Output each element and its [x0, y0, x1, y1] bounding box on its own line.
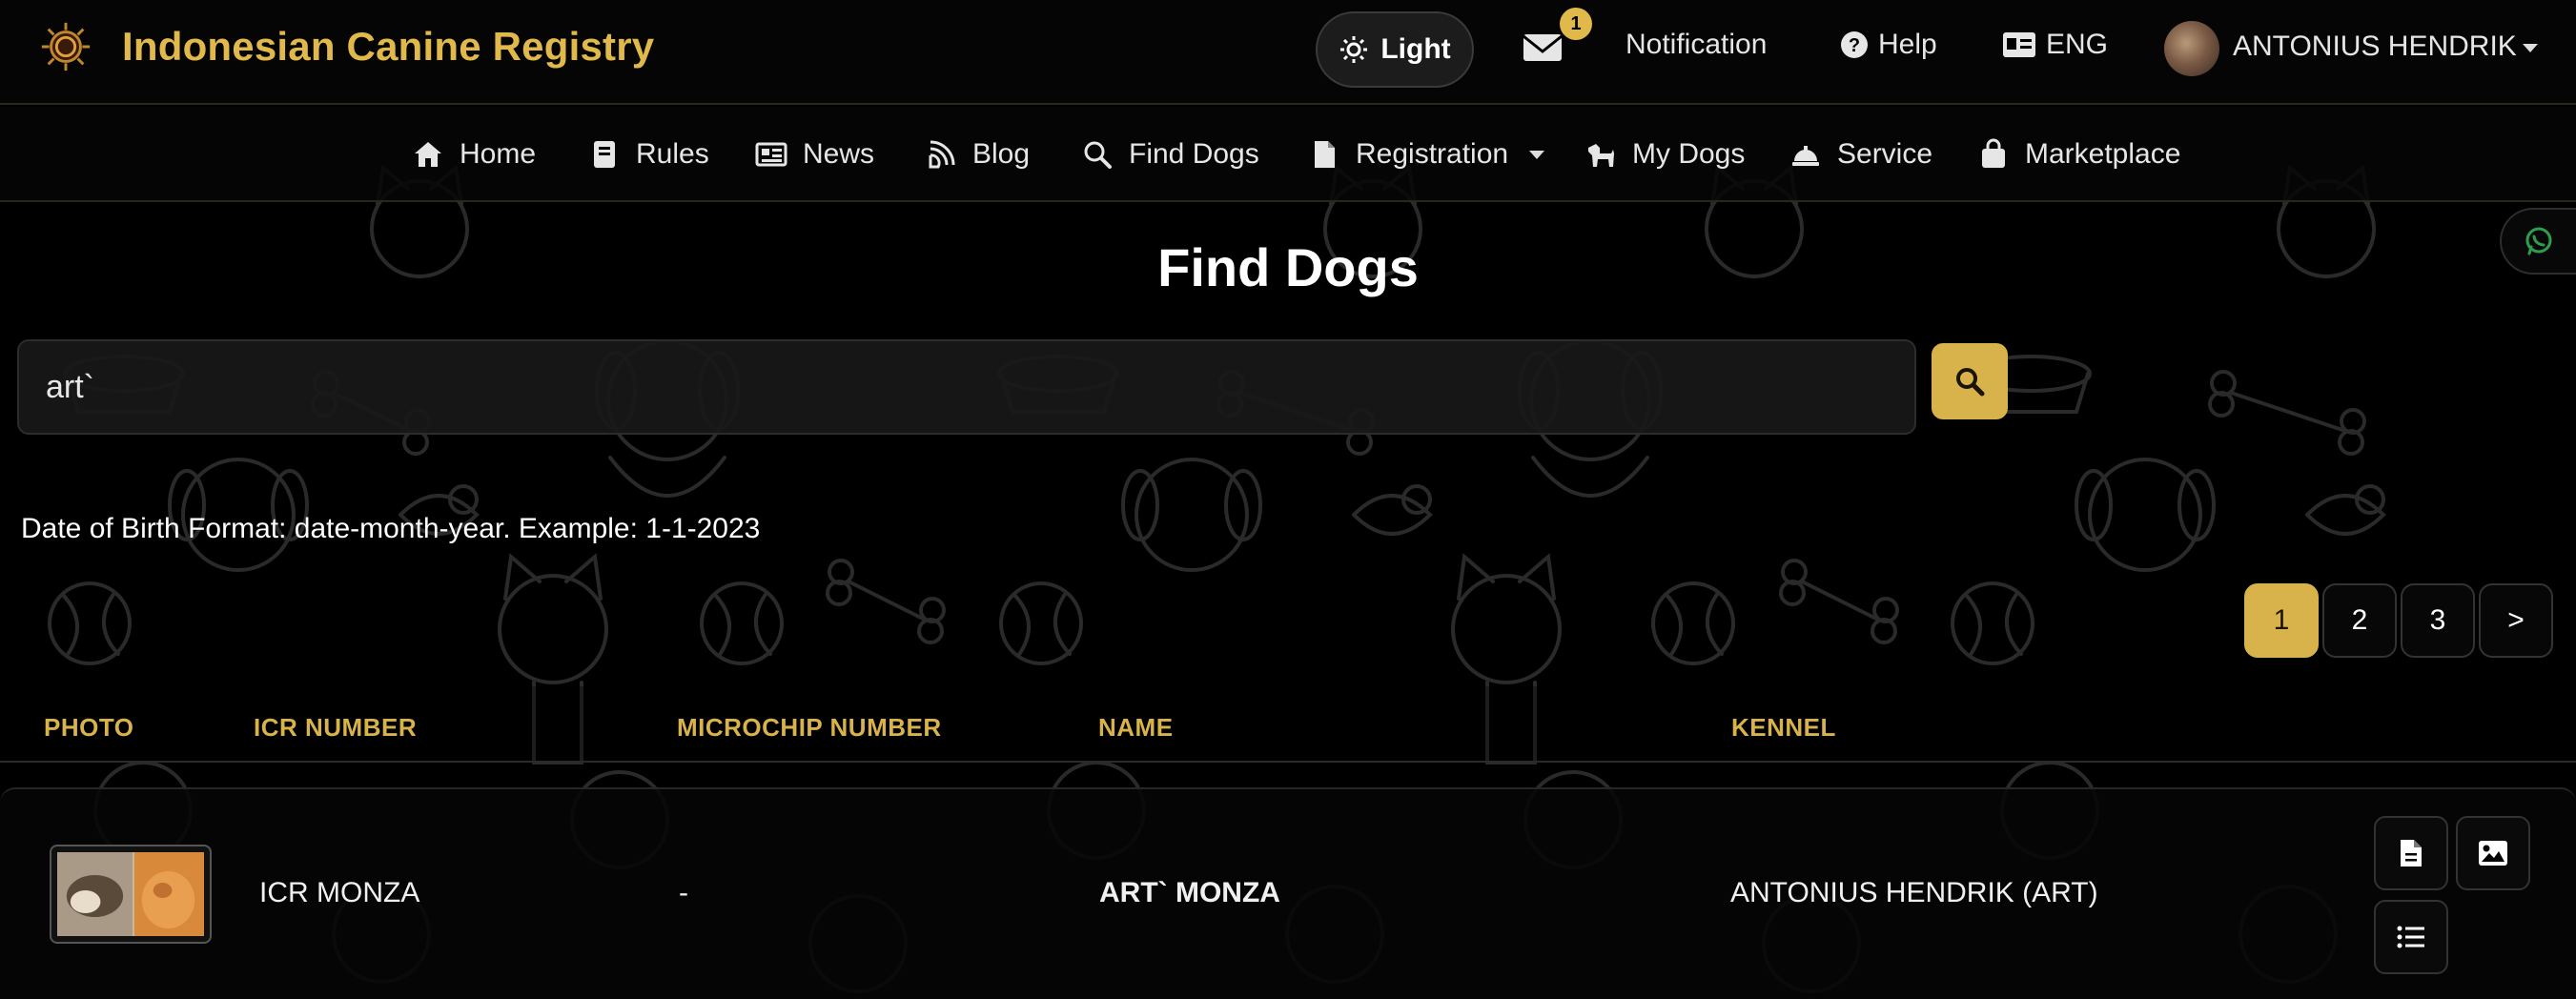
notification-label: Notification — [1625, 29, 1768, 60]
newspaper-icon — [755, 142, 787, 167]
language-card-icon — [2003, 32, 2035, 57]
search-icon — [1084, 141, 1112, 169]
language-selector[interactable]: ENG — [2002, 29, 2108, 61]
chevron-down-icon — [1529, 150, 1545, 159]
page-button-1[interactable]: 1 — [2244, 583, 2319, 658]
column-header-microchip-number: MICROCHIP NUMBER — [677, 713, 942, 742]
nav-marketplace-label: Marketplace — [2025, 138, 2181, 170]
nav-blog[interactable]: Blog — [925, 135, 1030, 173]
nav-home-label: Home — [460, 138, 537, 170]
nav-registration[interactable]: Registration — [1308, 135, 1545, 173]
theme-toggle-button[interactable]: Light — [1316, 11, 1474, 88]
nav-news-label: News — [803, 138, 875, 170]
svg-text:?: ? — [1849, 35, 1860, 56]
file-icon — [1315, 141, 1335, 168]
cell-dog-name[interactable]: ART` MONZA — [1099, 877, 1280, 909]
brand-name: Indonesian Canine Registry — [122, 24, 655, 69]
column-header-kennel: KENNEL — [1731, 713, 1836, 742]
whatsapp-icon — [2525, 227, 2552, 255]
nav-home[interactable]: Home — [412, 135, 536, 173]
mail-count-badge: 1 — [1560, 8, 1592, 40]
nav-service[interactable]: Service — [1789, 135, 1932, 173]
main-nav: Home Rules News Blog Find Dogs Registrat… — [0, 107, 2576, 202]
dog-photo — [57, 852, 204, 936]
theme-toggle-label: Light — [1380, 33, 1451, 65]
nav-service-label: Service — [1837, 138, 1933, 170]
shopping-bag-icon — [1982, 138, 2005, 168]
nav-news[interactable]: News — [755, 135, 874, 173]
nav-find-dogs[interactable]: Find Dogs — [1081, 135, 1259, 173]
sun-icon — [1340, 36, 1368, 63]
page-title: Find Dogs — [1157, 237, 1419, 297]
image-icon — [2479, 841, 2507, 866]
list-icon — [2397, 926, 2424, 948]
cell-kennel: ANTONIUS HENDRIK (ART) — [1730, 877, 2098, 908]
brand[interactable]: Indonesian Canine Registry — [38, 19, 654, 74]
nav-registration-label: Registration — [1356, 138, 1509, 170]
column-header-name: NAME — [1098, 713, 1174, 742]
nav-my-dogs-label: My Dogs — [1632, 138, 1746, 170]
cell-icr-number: ICR MONZA — [259, 877, 420, 908]
page-button-2[interactable]: 2 — [2322, 583, 2397, 658]
user-avatar[interactable] — [2164, 21, 2219, 76]
question-circle-icon: ? — [1841, 31, 1868, 58]
view-details-list-button[interactable] — [2374, 900, 2448, 974]
table-row: ICR MONZA - ART` MONZA ANTONIUS HENDRIK … — [0, 787, 2576, 999]
book-icon — [594, 141, 615, 168]
page-next-button[interactable]: > — [2479, 583, 2553, 658]
help-link[interactable]: ? Help — [1840, 29, 1937, 61]
search-icon — [1956, 368, 1985, 397]
search-input[interactable] — [17, 339, 1916, 435]
nav-blog-label: Blog — [972, 138, 1031, 170]
search-button[interactable] — [1932, 343, 2008, 419]
nav-marketplace[interactable]: Marketplace — [1977, 135, 2180, 173]
language-label: ENG — [2046, 29, 2109, 60]
registry-logo-icon — [41, 22, 91, 71]
nav-rules[interactable]: Rules — [588, 135, 709, 173]
mail-icon[interactable] — [1522, 29, 1564, 67]
date-format-hint: Date of Birth Format: date-month-year. E… — [21, 513, 761, 544]
column-header-icr-number: ICR NUMBER — [254, 713, 418, 742]
view-certificate-button[interactable] — [2374, 816, 2448, 890]
nav-my-dogs[interactable]: My Dogs — [1584, 135, 1745, 173]
service-bell-icon — [1792, 146, 1819, 166]
help-label: Help — [1878, 29, 1937, 60]
user-name[interactable]: ANTONIUS HENDRIK — [2233, 31, 2517, 63]
results-table-header: PHOTO ICR NUMBER MICROCHIP NUMBER NAME K… — [0, 686, 2576, 763]
page-button-3[interactable]: 3 — [2401, 583, 2475, 658]
top-header: Indonesian Canine Registry Light 1 Notif… — [0, 0, 2576, 105]
nav-find-dogs-label: Find Dogs — [1129, 138, 1259, 170]
file-icon — [2401, 840, 2422, 866]
column-header-photo: PHOTO — [44, 713, 134, 742]
dog-icon — [1588, 144, 1614, 167]
cell-microchip-number: - — [679, 877, 688, 908]
blog-icon — [929, 140, 955, 169]
home-icon — [415, 142, 441, 167]
nav-rules-label: Rules — [636, 138, 709, 170]
view-gallery-button[interactable] — [2456, 816, 2530, 890]
notification-link[interactable]: Notification — [1625, 29, 1767, 61]
dog-photo-thumbnail[interactable] — [50, 845, 212, 944]
whatsapp-button[interactable] — [2500, 208, 2576, 275]
user-menu-caret-icon[interactable] — [2523, 44, 2538, 52]
